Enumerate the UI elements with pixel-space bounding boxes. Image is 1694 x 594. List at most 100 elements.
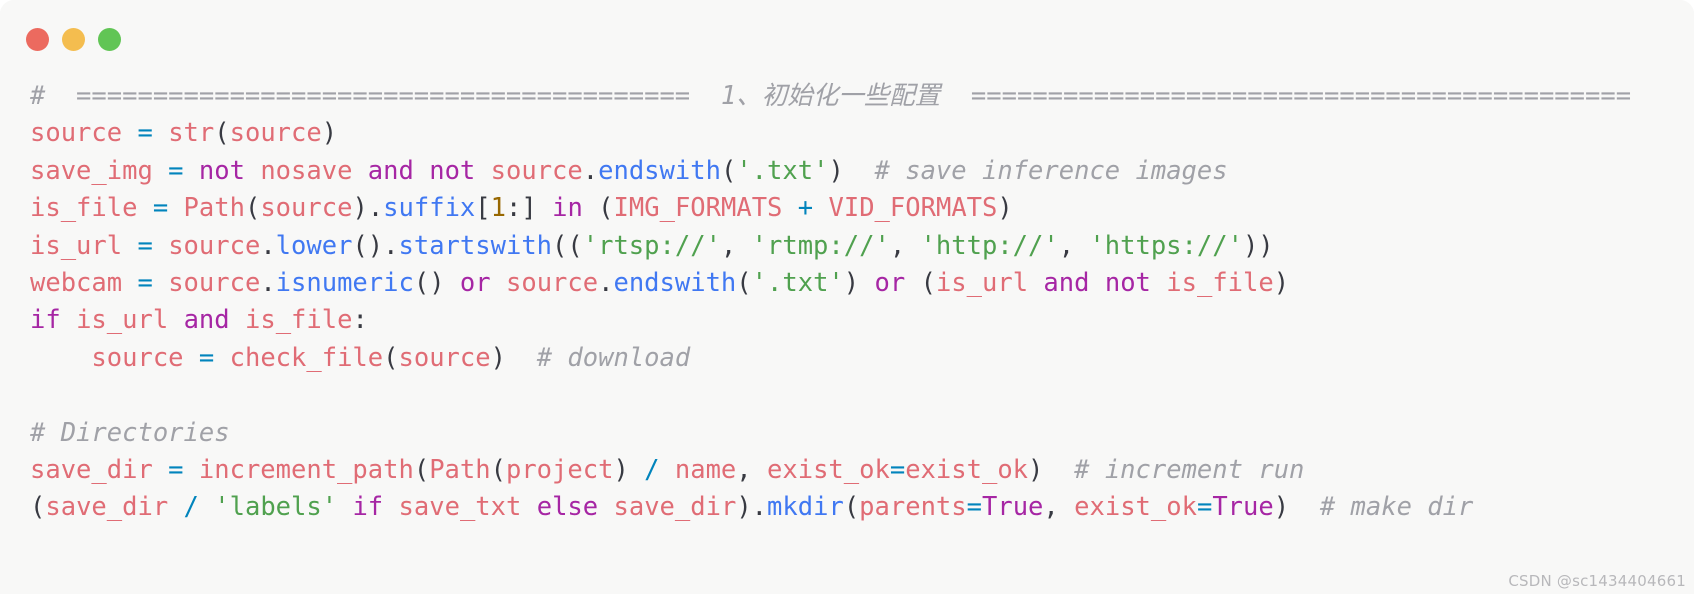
close-button[interactable] — [26, 27, 49, 51]
code-token: is_url — [30, 230, 138, 261]
code-token: ) — [997, 193, 1013, 224]
code-token: lower — [275, 230, 353, 261]
code-line: save_dir = increment_path(Path(project) … — [30, 452, 1694, 489]
code-token: '.txt' — [736, 155, 829, 186]
code-token: # download — [536, 342, 691, 373]
code-token: VID_FORMATS — [828, 193, 998, 224]
code-token: source — [398, 342, 491, 373]
code-token: and — [367, 155, 414, 186]
code-token: is_url — [935, 267, 1029, 298]
code-token: 'labels' — [214, 492, 338, 523]
code-token: ( — [582, 193, 614, 224]
code-token: source — [260, 193, 353, 224]
code-token: True — [1212, 492, 1274, 523]
code-token: 'https://' — [1089, 230, 1243, 261]
code-token: # increment run — [1074, 454, 1305, 485]
code-token: not — [429, 155, 476, 186]
code-token: [ — [475, 193, 491, 224]
code-token: ( — [905, 267, 936, 298]
code-token: True — [982, 492, 1044, 523]
code-token: ) — [1028, 454, 1044, 485]
code-token: ( — [30, 492, 46, 523]
code-token: + — [797, 193, 814, 224]
code-token: # Directories — [30, 417, 230, 448]
code-token: ) — [828, 155, 844, 186]
code-token: # save inference images — [874, 155, 1228, 186]
code-token: exist_ok — [905, 454, 1029, 485]
minimize-button[interactable] — [62, 27, 85, 51]
code-token: 1 — [490, 193, 507, 224]
code-token: not — [198, 155, 245, 186]
code-token: name — [674, 454, 737, 485]
code-token: save_dir — [45, 492, 169, 523]
zoom-button[interactable] — [98, 27, 121, 51]
code-token: = — [198, 342, 215, 373]
code-token: , — [1043, 492, 1075, 523]
code-token: project — [505, 454, 614, 485]
code-token: nosave — [260, 155, 353, 186]
code-token: ) — [843, 267, 875, 298]
code-token: = — [966, 492, 982, 523]
code-line: # Directories — [30, 415, 1694, 452]
code-token: . — [367, 193, 384, 224]
code-token: source — [229, 118, 322, 149]
code-token: ( — [736, 267, 752, 298]
code-token: in — [552, 193, 583, 224]
code-token: , — [720, 230, 752, 261]
code-token: () — [413, 267, 460, 298]
code-token: else — [536, 492, 599, 523]
code-token: # ======================================… — [30, 81, 1632, 111]
code-token: , — [1058, 230, 1090, 261]
code-token: save_dir — [30, 454, 169, 485]
code-token: . — [582, 155, 599, 186]
code-token: ) — [1273, 267, 1290, 298]
code-token: (( — [552, 230, 583, 261]
code-token: / — [644, 454, 660, 485]
code-token: . — [260, 267, 276, 298]
code-token: ) — [490, 342, 506, 373]
code-token: ( — [413, 454, 430, 485]
code-token: / — [183, 492, 199, 523]
code-token: ) — [352, 193, 368, 224]
code-token: is_file — [244, 305, 353, 336]
code-token: source — [168, 267, 261, 298]
code-token: startswith — [398, 230, 553, 261]
code-token: exist_ok — [1074, 492, 1197, 523]
code-token: and — [183, 305, 230, 336]
code-token: isnumeric — [275, 267, 414, 298]
code-token: is_file — [30, 193, 153, 224]
code-token: . — [260, 230, 276, 261]
code-token: if — [352, 492, 384, 523]
code-line: if is_url and is_file: — [30, 302, 1694, 339]
code-token: is_url — [76, 305, 169, 336]
code-token: ) — [321, 118, 338, 149]
code-token: mkdir — [767, 492, 844, 523]
code-token: ( — [720, 155, 737, 186]
code-token: ( — [843, 492, 860, 523]
code-line: save_img = not nosave and not source.end… — [30, 153, 1694, 190]
code-token: = — [889, 454, 906, 485]
code-line: source = check_file(source) # download — [30, 340, 1694, 377]
code-token: 'rtsp://' — [582, 230, 721, 261]
code-token: )) — [1242, 230, 1274, 261]
code-token: source — [505, 267, 599, 298]
code-token: and — [1043, 267, 1090, 298]
code-token: ( — [214, 118, 230, 149]
